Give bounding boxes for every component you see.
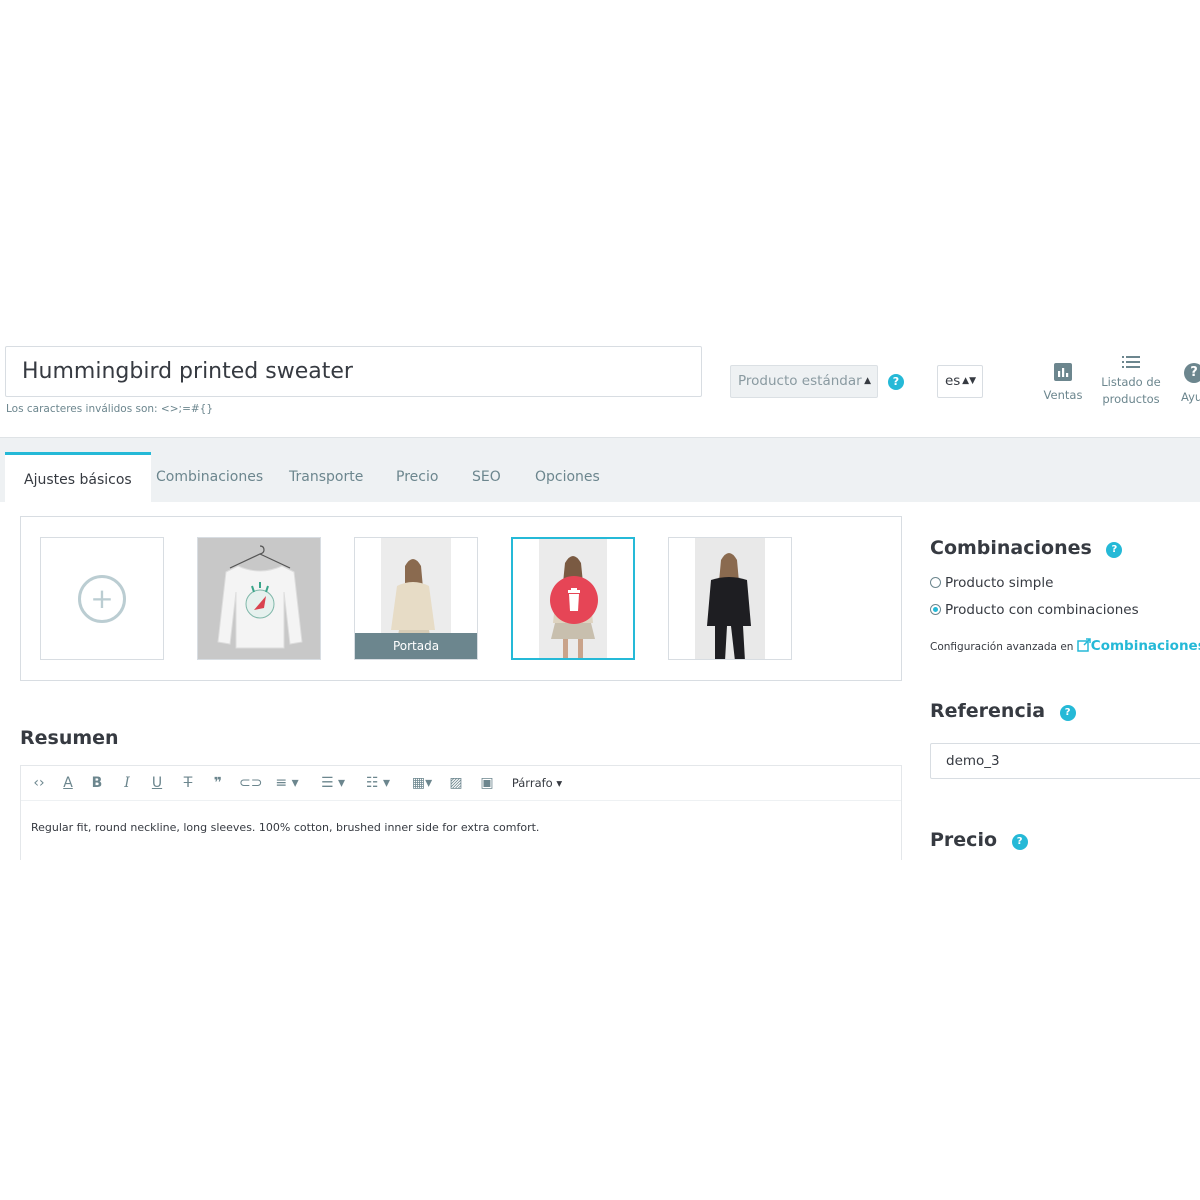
advanced-config-link-text: Combinaciones xyxy=(1090,638,1200,654)
summary-editor[interactable]: ‹› A B I U T ❞ ⊂⊃ ≡ ▾ ☰ ▾ ☷ ▾ ▦▾ ▨ ▣ Pár… xyxy=(20,765,902,860)
price-help-icon[interactable]: ? xyxy=(1011,834,1028,850)
paragraph-format-select[interactable]: Párrafo ▾ xyxy=(507,766,567,801)
reference-input[interactable]: demo_3 xyxy=(930,743,1200,779)
tab-basic-settings[interactable]: Ajustes básicos xyxy=(5,452,151,502)
sales-label: Ventas xyxy=(1043,388,1083,402)
combinations-help-icon[interactable]: ? xyxy=(1106,542,1123,558)
product-list-button[interactable]: Listado de productos xyxy=(1098,356,1164,408)
radio-simple-product[interactable]: Producto simple xyxy=(930,575,1053,591)
product-image-4[interactable] xyxy=(668,537,792,660)
strikethrough-icon[interactable]: T xyxy=(179,766,197,801)
radio-unchecked xyxy=(930,577,941,588)
reference-title: Referencia ? xyxy=(930,700,1076,722)
reference-help-icon[interactable]: ? xyxy=(1059,705,1076,721)
right-column: Combinaciones ? Producto simple Producto… xyxy=(930,502,1200,860)
product-type-help-icon[interactable]: ? xyxy=(888,374,904,390)
bold-icon[interactable]: B xyxy=(89,766,105,801)
simple-product-label: Producto simple xyxy=(945,575,1054,591)
help-icon: ? xyxy=(1184,363,1200,383)
align-icon[interactable]: ≡ ▾ xyxy=(271,766,303,801)
editor-toolbar: ‹› A B I U T ❞ ⊂⊃ ≡ ▾ ☰ ▾ ☷ ▾ ▦▾ ▨ ▣ Pár… xyxy=(21,766,901,801)
invalid-chars-hint: Los caracteres inválidos son: <>;=#{} xyxy=(6,403,214,415)
main-content: + Portada Resumen ‹› A B I U T ❞ ⊂⊃ ≡ ▾ … xyxy=(0,502,1200,860)
product-list-label-1: Listado de xyxy=(1101,375,1161,389)
help-label: Ayu xyxy=(1181,390,1200,404)
sweater-photo xyxy=(198,538,320,659)
table-icon[interactable]: ▦▾ xyxy=(406,766,438,801)
paragraph-format-label: Párrafo xyxy=(511,776,553,790)
product-list-label-2: productos xyxy=(1102,392,1160,406)
link-icon[interactable]: ⊂⊃ xyxy=(239,766,262,801)
product-name-input[interactable]: Hummingbird printed sweater xyxy=(5,346,702,397)
select-arrows-icon: ▲▼ xyxy=(962,376,976,386)
blockquote-icon[interactable]: ❞ xyxy=(209,766,227,801)
model-black-photo xyxy=(669,538,791,659)
product-type-select[interactable]: Producto estándar ▲ xyxy=(730,365,878,398)
help-button[interactable]: ? Ayu xyxy=(1178,363,1200,406)
underline-icon[interactable]: U xyxy=(149,766,165,801)
combinations-product-label: Producto con combinaciones xyxy=(945,602,1139,618)
advanced-config-text: Configuración avanzada en xyxy=(930,641,1074,653)
reference-title-text: Referencia xyxy=(930,700,1046,722)
tab-combinations[interactable]: Combinaciones xyxy=(156,452,263,502)
product-editor: Hummingbird printed sweater Los caracter… xyxy=(0,336,1200,860)
text-color-icon[interactable]: A xyxy=(59,766,77,801)
image-icon[interactable]: ▨ xyxy=(447,766,465,801)
source-code-icon[interactable]: ‹› xyxy=(29,766,49,801)
tab-options[interactable]: Opciones xyxy=(535,452,600,502)
summary-text[interactable]: Regular fit, round neckline, long sleeve… xyxy=(31,821,539,834)
summary-title: Resumen xyxy=(20,727,119,749)
bar-chart-icon xyxy=(1054,363,1072,381)
media-icon[interactable]: ▣ xyxy=(477,766,497,801)
plus-icon: + xyxy=(78,575,126,623)
advanced-config: Configuración avanzada en Combinaciones xyxy=(930,638,1200,654)
product-image-1[interactable] xyxy=(197,537,321,660)
trash-icon xyxy=(568,588,580,611)
external-link-icon xyxy=(1077,638,1091,652)
tab-seo[interactable]: SEO xyxy=(472,452,501,502)
tab-shipping[interactable]: Transporte xyxy=(289,452,363,502)
radio-product-with-combinations[interactable]: Producto con combinaciones xyxy=(930,602,1139,618)
select-arrows-icon: ▲ xyxy=(864,376,871,386)
cover-label: Portada xyxy=(355,633,477,659)
advanced-config-link[interactable]: Combinaciones xyxy=(1077,638,1200,654)
product-image-3[interactable] xyxy=(511,537,635,660)
numbered-list-icon[interactable]: ☷ ▾ xyxy=(360,766,396,801)
add-image-button[interactable]: + xyxy=(40,537,164,660)
tab-pricing[interactable]: Precio xyxy=(396,452,438,502)
bullet-list-icon[interactable]: ☰ ▾ xyxy=(315,766,351,801)
image-gallery: + Portada xyxy=(20,516,902,681)
language-select[interactable]: es ▲▼ xyxy=(937,365,983,398)
sales-button[interactable]: Ventas xyxy=(1040,363,1086,404)
delete-image-button[interactable] xyxy=(550,576,598,624)
combinations-title: Combinaciones ? xyxy=(930,537,1123,559)
language-value: es xyxy=(945,373,961,389)
product-image-2[interactable]: Portada xyxy=(354,537,478,660)
header: Hummingbird printed sweater Los caracter… xyxy=(0,336,1200,438)
price-title: Precio ? xyxy=(930,829,1028,851)
tabs-bar: Ajustes básicos Combinaciones Transporte… xyxy=(0,438,1200,502)
product-type-value: Producto estándar xyxy=(738,373,862,389)
combinations-title-text: Combinaciones xyxy=(930,537,1092,559)
italic-icon[interactable]: I xyxy=(119,766,135,801)
price-title-text: Precio xyxy=(930,829,998,851)
list-icon xyxy=(1122,356,1140,368)
radio-checked xyxy=(930,604,941,615)
